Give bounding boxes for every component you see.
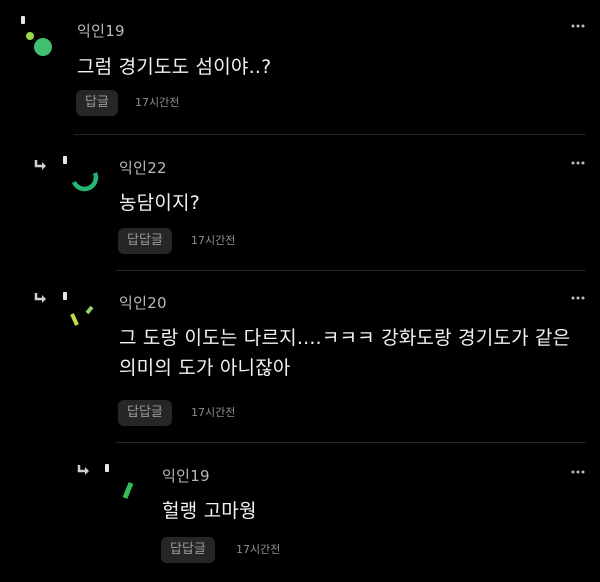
more-options-icon[interactable]	[570, 464, 586, 480]
reply-comment: 익인20 그 도랑 이도는 다르지....ㅋㅋㅋ 강화도랑 경기도가 같은 의미…	[0, 270, 600, 442]
reply-arrow-icon	[34, 160, 46, 170]
comment-author[interactable]: 익인20	[119, 292, 167, 313]
reply-comment: 익인19 헐랭 고마웡 답답글 17시간전	[0, 442, 600, 582]
user-badge-icon	[63, 156, 67, 164]
more-options-icon[interactable]	[570, 18, 586, 34]
user-badge-icon	[105, 464, 109, 472]
avatar[interactable]	[58, 150, 114, 206]
avatar[interactable]	[58, 284, 114, 340]
comment-author[interactable]: 익인22	[119, 157, 167, 178]
avatar[interactable]	[14, 10, 70, 66]
timestamp: 17시간전	[135, 96, 180, 109]
timestamp: 17시간전	[236, 543, 281, 556]
comment-text: 그럼 경기도도 섬이야..?	[77, 56, 272, 78]
user-badge-icon	[21, 16, 25, 24]
comment-text: 그 도랑 이도는 다르지....ㅋㅋㅋ 강화도랑 경기도가 같은 의미의 도가 …	[119, 327, 571, 379]
reply-arrow-icon	[77, 465, 89, 475]
comment-text: 농담이지?	[119, 192, 201, 214]
avatar[interactable]	[100, 458, 156, 514]
reply-button[interactable]: 답답글	[118, 400, 172, 426]
timestamp: 17시간전	[191, 406, 236, 419]
more-options-icon[interactable]	[570, 155, 586, 171]
comment: 익인19 그럼 경기도도 섬이야..? 답글 17시간전	[0, 0, 600, 134]
comment-text: 헐랭 고마웡	[162, 500, 257, 522]
comment-author[interactable]: 익인19	[162, 465, 210, 486]
reply-button[interactable]: 답답글	[118, 228, 172, 254]
comment-author[interactable]: 익인19	[77, 20, 125, 41]
reply-comment: 익인22 농담이지? 답답글 17시간전	[0, 134, 600, 270]
more-options-icon[interactable]	[570, 290, 586, 306]
reply-arrow-icon	[34, 293, 46, 303]
reply-button[interactable]: 답글	[76, 90, 118, 116]
timestamp: 17시간전	[191, 234, 236, 247]
reply-button[interactable]: 답답글	[161, 537, 215, 563]
user-badge-icon	[63, 292, 67, 300]
